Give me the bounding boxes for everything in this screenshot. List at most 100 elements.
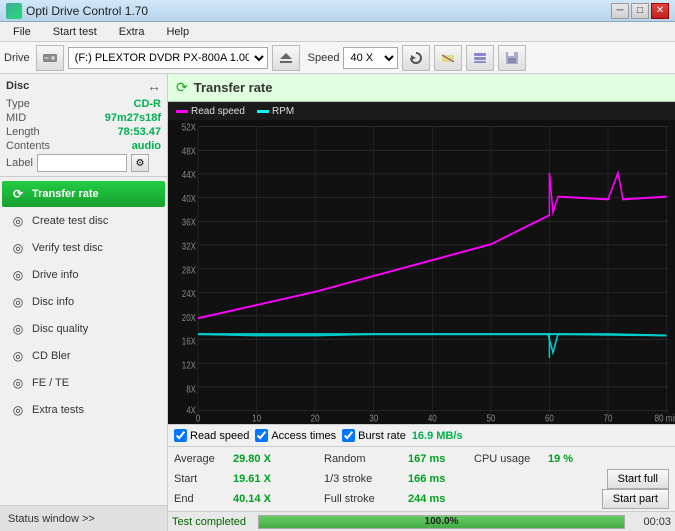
chart-header-title: Transfer rate — [194, 80, 273, 95]
stat-start: Start 19.61 X — [174, 473, 324, 485]
speed-select[interactable]: 40 X — [343, 47, 398, 69]
title-text: Opti Drive Control 1.70 — [26, 4, 148, 18]
disc-contents-row: Contents audio — [6, 140, 161, 152]
stat-end-value: 40.14 X — [233, 493, 271, 505]
status-window-button[interactable]: Status window >> — [0, 505, 167, 531]
stat-average-value: 29.80 X — [233, 453, 271, 465]
svg-text:70: 70 — [604, 412, 613, 423]
disc-length-value: 78:53.47 — [118, 126, 161, 138]
legend-read-speed: Read speed — [176, 106, 245, 117]
svg-text:40X: 40X — [182, 193, 197, 204]
svg-text:50: 50 — [486, 412, 495, 423]
menu-start-test[interactable]: Start test — [44, 23, 106, 41]
stat-random: Random 167 ms — [324, 453, 474, 465]
menu-file[interactable]: File — [4, 23, 40, 41]
title-bar-left: Opti Drive Control 1.70 — [6, 3, 148, 19]
right-panel: ⟳ Transfer rate Read speed RPM — [168, 74, 675, 531]
menu-extra[interactable]: Extra — [110, 23, 154, 41]
minimize-button[interactable]: ─ — [611, 3, 629, 19]
verify-test-disc-icon: ◎ — [10, 240, 26, 256]
start-full-button[interactable]: Start full — [607, 469, 669, 489]
title-bar: Opti Drive Control 1.70 ─ □ ✕ — [0, 0, 675, 22]
disc-mid-row: MID 97m27s18f — [6, 112, 161, 124]
nav-item-transfer-rate[interactable]: ⟳ Transfer rate — [2, 181, 165, 207]
save-button[interactable] — [498, 45, 526, 71]
create-test-disc-icon: ◎ — [10, 213, 26, 229]
stat-1-3-stroke-label: 1/3 stroke — [324, 473, 404, 485]
stat-start-part-group: Start part — [474, 489, 669, 509]
disc-title: Disc — [6, 80, 29, 92]
status-window-label: Status window >> — [8, 513, 95, 525]
refresh-button[interactable] — [402, 45, 430, 71]
eject-button[interactable] — [272, 45, 300, 71]
stat-start-label: Start — [174, 473, 229, 485]
nav-item-fe-te[interactable]: ◎ FE / TE — [2, 370, 165, 396]
nav-item-disc-info[interactable]: ◎ Disc info — [2, 289, 165, 315]
nav-item-disc-quality[interactable]: ◎ Disc quality — [2, 316, 165, 342]
chart-header: ⟳ Transfer rate — [168, 74, 675, 102]
nav-label-drive-info: Drive info — [32, 269, 78, 281]
stat-average: Average 29.80 X — [174, 453, 324, 465]
svg-text:52X: 52X — [182, 122, 197, 133]
access-times-checkbox[interactable] — [255, 429, 268, 442]
svg-text:10: 10 — [252, 412, 261, 423]
access-times-checkbox-label: Access times — [271, 430, 336, 442]
progress-status-text: Test completed — [172, 516, 252, 528]
stat-1-3-stroke: 1/3 stroke 166 ms — [324, 473, 474, 485]
stat-full-stroke-value: 244 ms — [408, 493, 445, 505]
erase-button[interactable] — [434, 45, 462, 71]
svg-text:28X: 28X — [182, 264, 197, 275]
stat-end: End 40.14 X — [174, 493, 324, 505]
start-part-button[interactable]: Start part — [602, 489, 669, 509]
disc-contents-label: Contents — [6, 140, 50, 152]
drive-icon-btn[interactable] — [36, 45, 64, 71]
progress-bar-area: Test completed 100.0% 00:03 — [168, 511, 675, 531]
disc-quality-icon: ◎ — [10, 321, 26, 337]
stat-cpu: CPU usage 19 % — [474, 453, 624, 465]
progress-percentage: 100.0% — [259, 516, 624, 528]
svg-text:48X: 48X — [182, 145, 197, 156]
nav-item-verify-test-disc[interactable]: ◎ Verify test disc — [2, 235, 165, 261]
transfer-rate-icon: ⟳ — [10, 186, 26, 202]
disc-label-input[interactable] — [37, 154, 127, 172]
chart-svg: 52X 48X 44X 40X 36X 32X 28X 24X 20X 16X … — [168, 120, 675, 424]
nav-item-extra-tests[interactable]: ◎ Extra tests — [2, 397, 165, 423]
nav-menu: ⟳ Transfer rate ◎ Create test disc ◎ Ver… — [0, 177, 167, 505]
menu-help[interactable]: Help — [157, 23, 198, 41]
stat-full-stroke-label: Full stroke — [324, 493, 404, 505]
disc-type-label: Type — [6, 98, 30, 110]
svg-text:24X: 24X — [182, 288, 197, 299]
drive-select[interactable]: (F:) PLEXTOR DVDR PX-800A 1.00 — [68, 47, 268, 69]
stats-row-2: Start 19.61 X 1/3 stroke 166 ms Start fu… — [174, 469, 669, 489]
legend-read-speed-color — [176, 110, 188, 113]
chart-legend: Read speed RPM — [168, 102, 675, 120]
chart-controls: Read speed Access times Burst rate 16.9 … — [168, 424, 675, 446]
svg-text:0: 0 — [196, 412, 200, 423]
nav-label-disc-quality: Disc quality — [32, 323, 88, 335]
read-speed-checkbox[interactable] — [174, 429, 187, 442]
maximize-button[interactable]: □ — [631, 3, 649, 19]
main-layout: Disc ↔ Type CD-R MID 97m27s18f Length 78… — [0, 74, 675, 531]
options-button[interactable] — [466, 45, 494, 71]
disc-expand-btn[interactable]: ↔ — [147, 78, 161, 94]
nav-item-cd-bler[interactable]: ◎ CD Bler — [2, 343, 165, 369]
stats-area: Average 29.80 X Random 167 ms CPU usage … — [168, 446, 675, 511]
stat-average-label: Average — [174, 453, 229, 465]
disc-mid-label: MID — [6, 112, 26, 124]
nav-label-extra-tests: Extra tests — [32, 404, 84, 416]
close-button[interactable]: ✕ — [651, 3, 669, 19]
stat-1-3-stroke-value: 166 ms — [408, 473, 445, 485]
svg-text:80 min: 80 min — [655, 412, 675, 423]
disc-label-edit-btn[interactable]: ⚙ — [131, 154, 149, 172]
svg-text:20: 20 — [311, 412, 320, 423]
cd-bler-icon: ◎ — [10, 348, 26, 364]
svg-text:36X: 36X — [182, 217, 197, 228]
burst-rate-checkbox[interactable] — [342, 429, 355, 442]
disc-mid-value: 97m27s18f — [105, 112, 161, 124]
burst-rate-value: 16.9 MB/s — [412, 430, 463, 442]
nav-label-verify-test-disc: Verify test disc — [32, 242, 103, 254]
nav-item-create-test-disc[interactable]: ◎ Create test disc — [2, 208, 165, 234]
burst-rate-checkbox-label: Burst rate — [358, 430, 406, 442]
nav-item-drive-info[interactable]: ◎ Drive info — [2, 262, 165, 288]
svg-text:16X: 16X — [182, 336, 197, 347]
